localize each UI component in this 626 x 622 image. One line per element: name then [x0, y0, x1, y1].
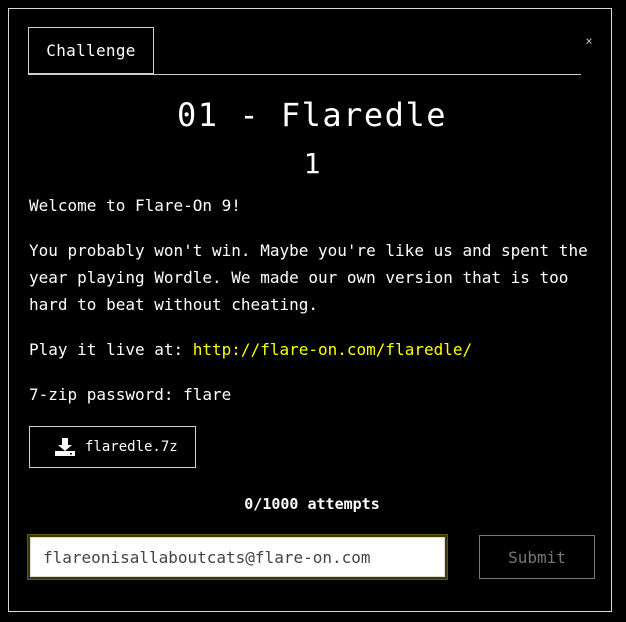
tab-challenge-label: Challenge [46, 41, 136, 60]
play-line: Play it live at: http://flare-on.com/fla… [29, 336, 599, 363]
play-prefix: Play it live at: [29, 340, 193, 359]
download-icon [55, 438, 75, 456]
answer-input[interactable] [30, 537, 445, 577]
intro-text: Welcome to Flare-On 9! [29, 196, 241, 215]
answer-field-wrapper [27, 534, 448, 580]
tab-bar: Challenge [28, 27, 581, 75]
tab-challenge[interactable]: Challenge [28, 27, 154, 74]
close-icon[interactable]: × [581, 35, 597, 47]
download-button[interactable]: flaredle.7z [29, 426, 196, 468]
submit-button[interactable]: Submit [479, 535, 595, 579]
challenge-points: 1 [303, 147, 321, 180]
description-text: You probably won't win. Maybe you're lik… [29, 241, 588, 314]
play-link[interactable]: http://flare-on.com/flaredle/ [193, 340, 472, 359]
challenge-title: 01 - Flaredle [177, 96, 447, 134]
password-text: 7-zip password: flare [29, 385, 232, 404]
submit-label: Submit [508, 547, 566, 567]
download-filename: flaredle.7z [85, 439, 178, 455]
challenge-modal: Challenge × 01 - Flaredle 1 Welcome to F… [8, 8, 612, 612]
attempts-counter: 0/1000 attempts [244, 495, 380, 513]
